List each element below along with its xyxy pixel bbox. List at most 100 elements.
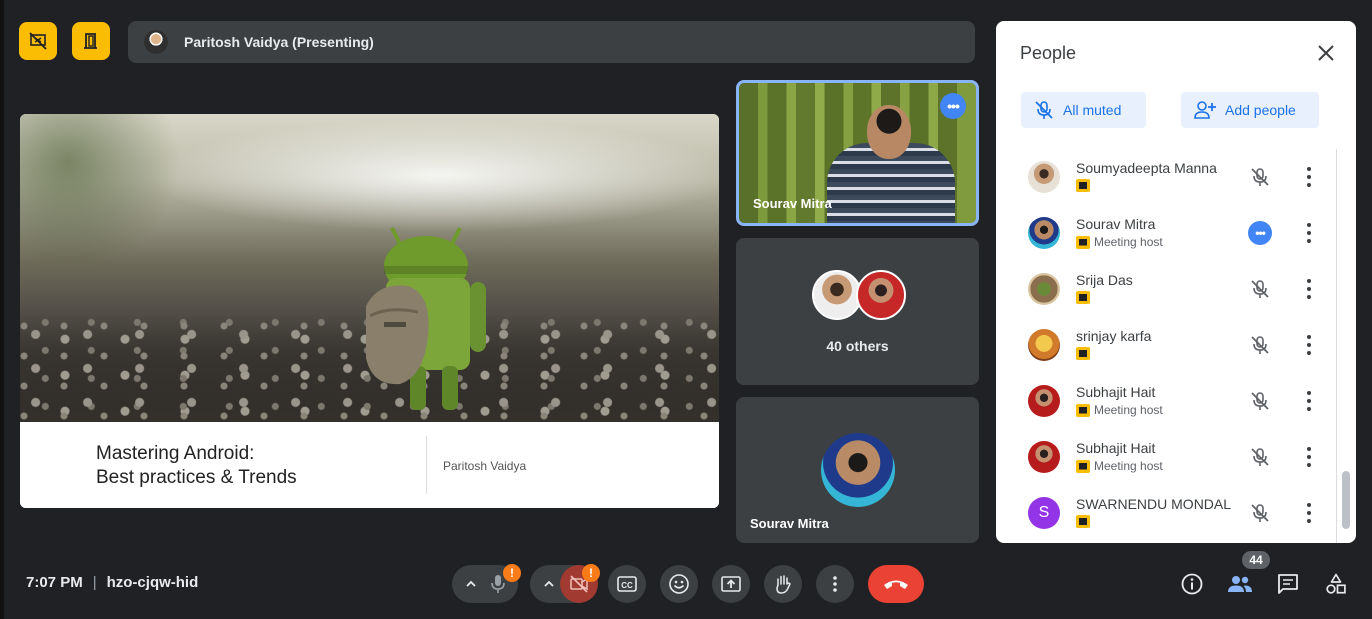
participant-name: Subhajit Hait — [1076, 384, 1156, 400]
chevron-up-icon[interactable] — [464, 577, 478, 591]
participant-role: Meeting host — [1076, 235, 1163, 249]
panel-title: People — [1020, 43, 1077, 63]
participant-row[interactable]: Subhajit Hait Meeting host — [1006, 373, 1336, 429]
add-people-button[interactable]: Add people — [1181, 92, 1319, 128]
info-separator: | — [92, 574, 97, 591]
participant-row[interactable]: S SWARNENDU MONDAL — [1006, 485, 1336, 541]
presentation-badge-icon — [1076, 235, 1090, 249]
slide-title-line2: Best practices & Trends — [96, 467, 297, 488]
meeting-code: hzo-cjqw-hid — [106, 574, 199, 591]
presenting-bar: Paritosh Vaidya (Presenting) — [128, 21, 975, 63]
presenter-avatar — [144, 30, 168, 54]
participant-role — [1076, 515, 1094, 528]
chevron-up-icon[interactable] — [542, 577, 556, 591]
participant-name: Srija Das — [1076, 272, 1133, 288]
presentation-badge-icon — [1076, 291, 1090, 304]
more-vert-icon[interactable] — [1306, 501, 1312, 525]
all-muted-button[interactable]: All muted — [1021, 92, 1146, 128]
slide-divider — [426, 436, 427, 494]
presentation-badge-icon — [1076, 515, 1090, 528]
participant-role: Meeting host — [1076, 403, 1163, 417]
present-button[interactable] — [712, 565, 750, 603]
raise-hand-icon — [776, 575, 791, 594]
chat-icon — [1278, 574, 1298, 594]
mic-off-icon — [1035, 101, 1053, 119]
participant-role-label: Meeting host — [1094, 235, 1163, 249]
avatar — [821, 433, 895, 507]
chat-button[interactable] — [1275, 571, 1301, 597]
people-button[interactable] — [1227, 571, 1253, 597]
more-vert-icon[interactable] — [1306, 221, 1312, 245]
more-options-button[interactable] — [816, 565, 854, 603]
mic-off-icon — [1251, 392, 1269, 410]
avatar — [1028, 441, 1060, 473]
participant-row[interactable]: Subhajit Hait Meeting host — [1006, 429, 1336, 485]
more-vert-icon[interactable] — [1306, 389, 1312, 413]
slide-caption: Mastering Android: Best practices & Tren… — [20, 422, 719, 508]
more-vert-icon[interactable] — [1306, 165, 1312, 189]
participant-row[interactable]: Sourav Mitra Meeting host ••• — [1006, 205, 1336, 261]
raise-hand-button[interactable] — [764, 565, 802, 603]
door-button[interactable] — [72, 22, 110, 60]
slide-title-line1: Mastering Android: — [96, 443, 255, 464]
people-count-badge: 44 — [1242, 551, 1270, 569]
video-tile-name: Sourav Mitra — [753, 196, 832, 211]
info-icon — [1181, 573, 1203, 595]
door-icon — [84, 33, 97, 49]
present-icon — [721, 576, 741, 592]
slide-author: Paritosh Vaidya — [443, 459, 527, 473]
hang-up-icon — [884, 580, 908, 589]
activities-button[interactable] — [1323, 571, 1349, 597]
leave-call-button[interactable] — [868, 565, 924, 603]
avatar — [1028, 329, 1060, 361]
add-person-icon — [1194, 101, 1216, 119]
window-edge — [0, 0, 4, 619]
participant-video-head — [867, 105, 911, 159]
mic-off-icon — [1251, 504, 1269, 522]
mic-alert-badge: ! — [503, 564, 521, 582]
stop-presenting-button[interactable] — [19, 22, 57, 60]
mic-off-icon — [1251, 448, 1269, 466]
camera-alert-badge: ! — [582, 564, 600, 582]
all-muted-label: All muted — [1063, 102, 1122, 118]
android-figure-image — [366, 227, 486, 410]
more-vert-icon[interactable] — [1306, 277, 1312, 301]
svg-text:CC: CC — [621, 581, 633, 590]
avatar — [812, 270, 862, 320]
participant-row[interactable]: Srija Das — [1006, 261, 1336, 317]
presentation-off-icon — [29, 32, 47, 50]
avatar — [1028, 273, 1060, 305]
speaking-indicator-icon: ••• — [1248, 221, 1272, 245]
add-people-label: Add people — [1225, 102, 1296, 118]
participant-avatar-tile[interactable]: Sourav Mitra — [736, 397, 979, 543]
more-vert-icon[interactable] — [1306, 333, 1312, 357]
avatar: S — [1028, 497, 1060, 529]
emoji-button[interactable] — [660, 565, 698, 603]
avatar — [1028, 385, 1060, 417]
meeting-details-button[interactable] — [1179, 571, 1205, 597]
participant-role — [1076, 291, 1094, 304]
more-options-icon — [833, 576, 837, 592]
others-tile[interactable]: 40 others — [736, 238, 979, 385]
participant-name: SWARNENDU MONDAL — [1076, 496, 1232, 512]
presentation-badge-icon — [1076, 347, 1090, 360]
participant-role — [1076, 179, 1094, 192]
presentation-slide: Mastering Android: Best practices & Tren… — [20, 114, 719, 508]
participant-name: srinjay karfa — [1076, 328, 1152, 344]
others-count-label: 40 others — [826, 338, 889, 354]
scrollbar-thumb[interactable] — [1342, 471, 1350, 529]
participant-name: Subhajit Hait — [1076, 440, 1156, 456]
clock-time: 7:07 PM — [26, 574, 83, 591]
more-vert-icon[interactable] — [1306, 445, 1312, 469]
close-icon[interactable] — [1312, 39, 1340, 67]
presentation-badge-icon — [1076, 179, 1090, 192]
captions-button[interactable]: CC — [608, 565, 646, 603]
presentation-badge-icon — [1076, 459, 1090, 473]
participants-list[interactable]: Soumyadeepta Manna Sourav Mitra Meeting … — [1006, 149, 1336, 543]
avatar — [1028, 217, 1060, 249]
people-panel: People All muted Add people Soumyadeepta… — [996, 21, 1356, 543]
participant-row[interactable]: srinjay karfa — [1006, 317, 1336, 373]
participant-video-tile[interactable]: ••• Sourav Mitra — [736, 80, 979, 226]
participant-row[interactable]: Soumyadeepta Manna — [1006, 149, 1336, 205]
meeting-info: 7:07 PM | hzo-cjqw-hid — [26, 574, 198, 591]
